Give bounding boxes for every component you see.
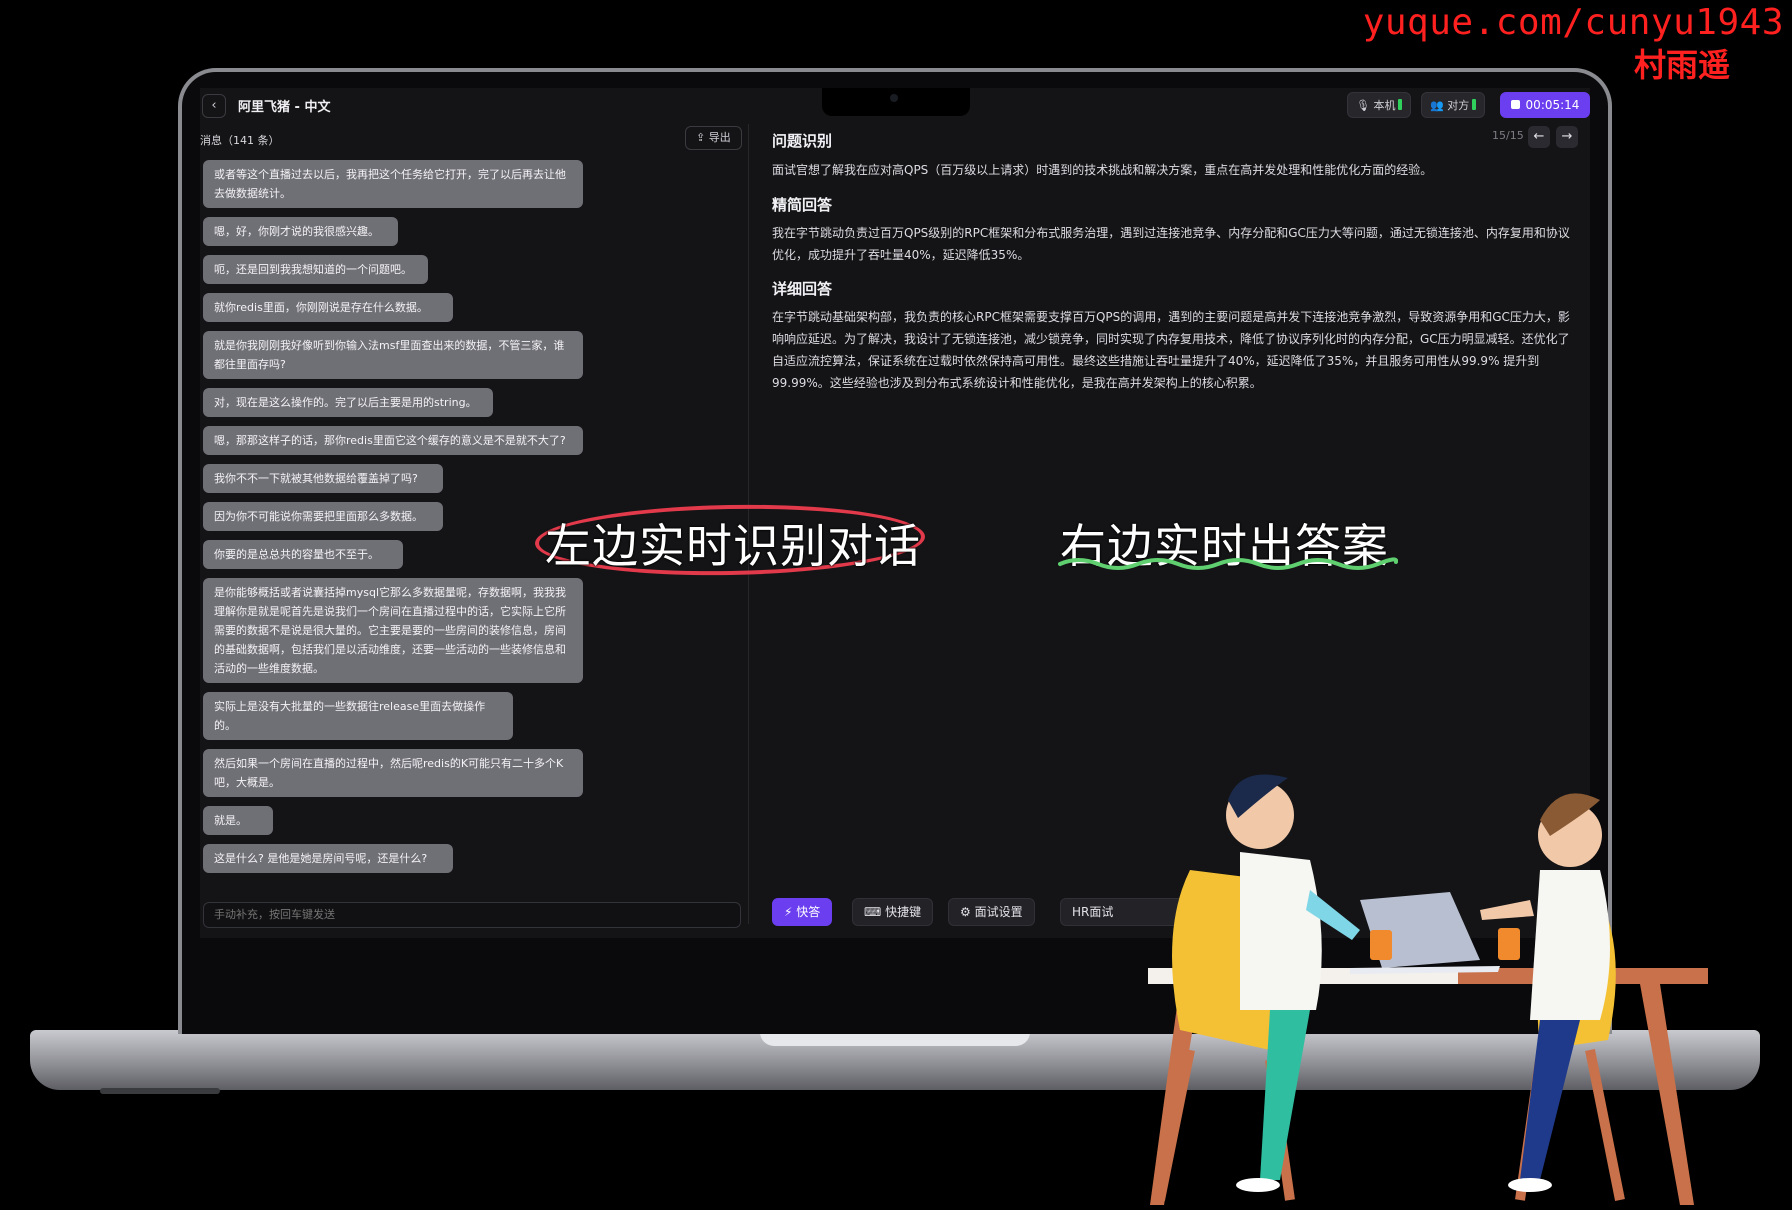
timer-text: 00:05:14 [1525, 98, 1580, 112]
section-body-brief: 我在字节跳动负责过百万QPS级别的RPC框架和分布式服务治理，遇到过连接池竞争、… [772, 226, 1570, 262]
prev-button[interactable]: ← [1528, 126, 1550, 148]
chevron-left-icon: ‹ [211, 98, 217, 113]
section-title-brief: 精简回答 [772, 196, 833, 214]
camera-icon [890, 94, 898, 102]
export-icon: ⇪ [696, 131, 706, 144]
back-button[interactable]: ‹ [202, 94, 226, 118]
export-label: 导出 [708, 131, 731, 144]
users-icon: 👥 [1430, 99, 1444, 112]
local-mic-label: 本机 [1373, 99, 1396, 112]
window-title: 阿里飞猪 - 中文 [238, 100, 331, 115]
message-count: 消息（141 条） [200, 134, 280, 147]
message-bubble: 就是你我刚刚我好像听到你输入法msf里面查出来的数据，不管三家，谁都往里面存吗? [203, 331, 583, 379]
bolt-icon: ⚡ [784, 905, 793, 919]
message-bubble: 我你不不一下就被其他数据给覆盖掉了吗? [203, 464, 443, 493]
local-mic-toggle[interactable]: 🎙 本机 [1347, 92, 1412, 118]
caption-left: 左边实时识别对话 [545, 519, 921, 573]
stop-timer-button[interactable]: 00:05:14 [1500, 92, 1590, 118]
quick-answer-label: 快答 [796, 905, 821, 919]
section-body-detail: 在字节跳动基础架构部，我负责的核心RPC框架需要支撑百万QPS的调用，遇到的主要… [772, 310, 1570, 390]
stop-icon [1510, 100, 1520, 109]
local-level-icon [1398, 99, 1403, 110]
keyboard-icon: ⌨ [864, 905, 882, 919]
message-bubble: 呃，还是回到我我想知道的一个问题吧。 [203, 255, 428, 284]
message-bubble: 嗯，那那这样子的话，那你redis里面它这个缓存的意义是不是就不大了? [203, 426, 583, 455]
settings-button[interactable]: ⚙ 面试设置 [948, 898, 1035, 926]
message-bubble: 或者等这个直播过去以后，我再把这个任务给它打开，完了以后再去让他去做数据统计。 [203, 160, 583, 208]
next-button[interactable]: → [1556, 126, 1578, 148]
message-bubble: 就是。 [203, 806, 273, 835]
message-bubble: 这是什么? 是他是她是房间号呢，还是什么? [203, 844, 453, 873]
message-bubble: 然后如果一个房间在直播的过程中，然后呢redis的K可能只有二十多个K吧，大概是… [203, 749, 583, 797]
mode-label: HR面试 [1072, 905, 1114, 919]
message-bubble: 你要的是总总共的容量也不至于。 [203, 540, 403, 569]
shortcuts-label: 快捷键 [885, 905, 922, 919]
message-bubble: 嗯，好，你刚才说的我很感兴趣。 [203, 217, 398, 246]
section-title-detail: 详细回答 [772, 280, 833, 298]
message-bubble: 是你能够概括或者说囊括掉mysql它那么多数据量呢，存数据啊，我我我理解你是就是… [203, 578, 583, 683]
quick-answer-button[interactable]: ⚡ 快答 [772, 898, 833, 926]
remote-mic-label: 对方 [1447, 99, 1470, 112]
arrow-right-icon: → [1561, 129, 1573, 144]
manual-input[interactable] [203, 902, 741, 928]
export-button[interactable]: ⇪ 导出 [685, 126, 742, 150]
section-body-recognition: 面试官想了解我在应对高QPS（百万级以上请求）时遇到的技术挑战和解决方案，重点在… [772, 163, 1433, 177]
message-bubble: 实际上是没有大批量的一些数据往release里面去做操作的。 [203, 692, 513, 740]
arrow-left-icon: ← [1533, 129, 1545, 144]
watermark-url: yuque.com/cunyu1943 [1362, 2, 1784, 43]
interview-illustration [1148, 774, 1708, 1205]
message-bubble: 就你redis里面，你刚刚说是存在什么数据。 [203, 293, 453, 322]
page-indicator: 15/15 [1492, 129, 1524, 142]
shortcuts-button[interactable]: ⌨ 快捷键 [852, 898, 934, 926]
settings-label: 面试设置 [974, 905, 1023, 919]
gear-icon: ⚙ [960, 905, 971, 919]
message-bubble: 因为你不可能说你需要把里面那么多数据。 [203, 502, 443, 531]
remote-mic-toggle[interactable]: 👥 对方 [1421, 92, 1486, 118]
camera-notch [822, 88, 970, 116]
watermark-name: 村雨遥 [1633, 46, 1730, 84]
underline-squiggle [1058, 557, 1398, 570]
message-list: 或者等这个直播过去以后，我再把这个任务给它打开，完了以后再去让他去做数据统计。嗯… [203, 160, 583, 882]
remote-level-icon [1472, 99, 1477, 110]
message-bubble: 对，现在是这么操作的。完了以后主要是用的string。 [203, 388, 493, 417]
mic-icon: 🎙 [1356, 99, 1370, 112]
section-title-recognition: 问题识别 [772, 132, 833, 150]
